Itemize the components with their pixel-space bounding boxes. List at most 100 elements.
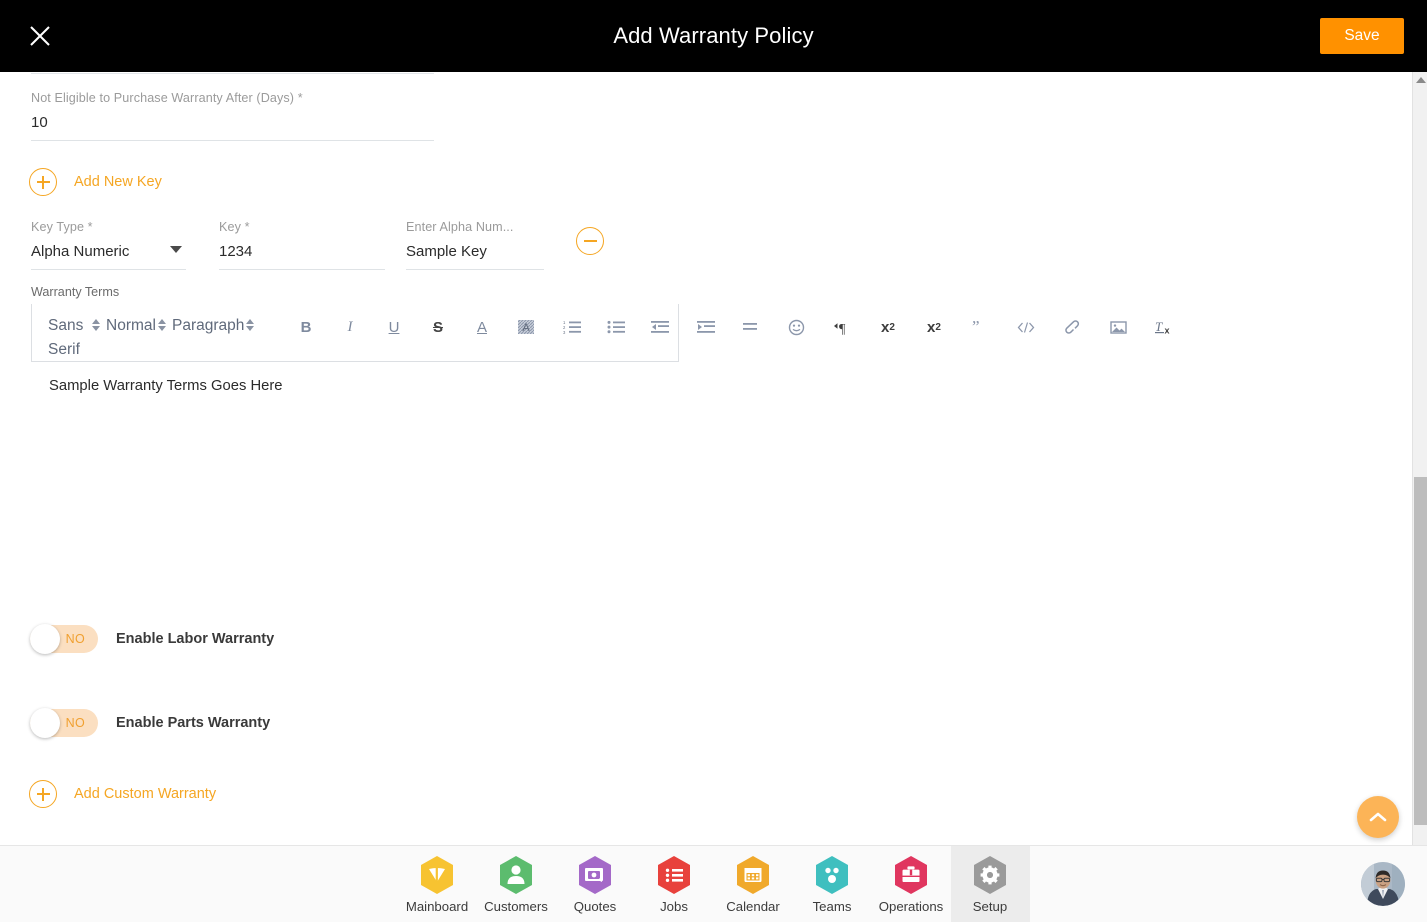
- enable-labor-warranty-toggle[interactable]: NO: [30, 624, 98, 654]
- enable-parts-warranty-toggle[interactable]: NO: [30, 708, 98, 738]
- field-underline: [219, 269, 385, 270]
- nav-label: Teams: [812, 899, 852, 914]
- enable-parts-warranty-row[interactable]: NO Enable Parts Warranty: [30, 708, 271, 738]
- toggle-knob: [30, 624, 60, 654]
- key-input[interactable]: Key * 1234: [219, 219, 385, 270]
- italic-icon[interactable]: I: [336, 314, 364, 340]
- outdent-icon[interactable]: [646, 314, 674, 340]
- bullet-list-icon[interactable]: [602, 314, 630, 340]
- block-format-picker[interactable]: Paragraph: [172, 314, 272, 338]
- bottom-navigation: Mainboard Customers Quotes Jobs Calendar…: [0, 845, 1427, 922]
- user-avatar[interactable]: [1361, 862, 1405, 906]
- nav-item-setup[interactable]: Setup: [950, 846, 1030, 922]
- nav-item-jobs[interactable]: Jobs: [635, 846, 714, 922]
- subscript-icon[interactable]: x2: [874, 314, 902, 340]
- setup-icon: [972, 855, 1008, 895]
- strikethrough-icon[interactable]: S: [424, 314, 452, 340]
- plus-circle-icon[interactable]: [29, 168, 57, 196]
- field-underline: [406, 269, 544, 270]
- editor-toolbar-container: Sans Serif Normal Paragraph B I U S A A …: [31, 304, 1170, 362]
- font-color-icon[interactable]: A: [468, 314, 496, 340]
- field-underline: [31, 269, 186, 270]
- alpha-numeric-value[interactable]: Sample Key: [406, 235, 544, 263]
- svg-text:x: x: [1165, 326, 1170, 336]
- nav-label: Calendar: [726, 899, 780, 914]
- svg-text:T: T: [1155, 319, 1163, 334]
- remove-key-row[interactable]: [576, 227, 604, 255]
- key-type-value[interactable]: Alpha Numeric: [31, 235, 186, 263]
- code-block-icon[interactable]: [1012, 314, 1040, 340]
- minus-circle-icon[interactable]: [576, 227, 604, 255]
- key-type-select[interactable]: Key Type * Alpha Numeric: [31, 219, 186, 270]
- warranty-terms-label: Warranty Terms: [31, 285, 120, 299]
- app-header: Add Warranty Policy Save: [0, 0, 1427, 72]
- add-new-key-row[interactable]: Add New Key: [29, 168, 162, 196]
- nav-item-operations[interactable]: Operations: [872, 846, 951, 922]
- nav-item-teams[interactable]: Teams: [793, 846, 872, 922]
- add-custom-warranty-label[interactable]: Add Custom Warranty: [74, 786, 216, 802]
- key-value[interactable]: 1234: [219, 235, 385, 263]
- caret-up-icon[interactable]: [1413, 72, 1427, 88]
- enable-labor-warranty-row[interactable]: NO Enable Labor Warranty: [30, 624, 274, 654]
- underline-icon[interactable]: U: [380, 314, 408, 340]
- nav-label: Customers: [484, 899, 548, 914]
- svg-text:”: ”: [972, 320, 980, 334]
- close-icon[interactable]: [24, 20, 56, 52]
- nav-label: Setup: [972, 899, 1008, 914]
- operations-icon: [893, 855, 929, 895]
- nav-label: Quotes: [573, 899, 617, 914]
- emoji-icon[interactable]: [782, 314, 810, 340]
- nav-item-calendar[interactable]: Calendar: [714, 846, 793, 922]
- spinner-icon: [157, 319, 166, 331]
- nav-label: Mainboard: [405, 899, 469, 914]
- quotes-icon: [577, 855, 613, 895]
- toggle-state-label: NO: [65, 716, 85, 730]
- teams-icon: [814, 855, 850, 895]
- calendar-icon: [735, 855, 771, 895]
- blockquote-icon[interactable]: ”: [966, 314, 994, 340]
- clear-format-icon[interactable]: T x: [1150, 314, 1178, 340]
- toggle-state-label: NO: [65, 632, 85, 646]
- font-family-picker[interactable]: Sans Serif: [48, 314, 100, 362]
- scroll-to-top-button[interactable]: [1357, 796, 1399, 838]
- svg-text:¶: ¶: [839, 322, 846, 335]
- form-scroll-area: Not Eligible to Purchase Warranty After …: [0, 72, 1412, 845]
- nav-item-customers[interactable]: Customers: [477, 846, 556, 922]
- add-custom-warranty-row[interactable]: Add Custom Warranty: [29, 780, 216, 808]
- alpha-numeric-input[interactable]: Enter Alpha Num... Sample Key: [406, 219, 544, 270]
- enable-parts-warranty-label: Enable Parts Warranty: [116, 715, 271, 731]
- vertical-scrollbar[interactable]: [1412, 72, 1427, 922]
- nav-item-quotes[interactable]: Quotes: [556, 846, 635, 922]
- key-type-label: Key Type *: [31, 220, 93, 234]
- plus-circle-icon[interactable]: [29, 780, 57, 808]
- save-button[interactable]: Save: [1320, 18, 1404, 54]
- field-underline: [31, 140, 434, 141]
- svg-text:A: A: [522, 322, 530, 334]
- chevron-down-icon[interactable]: [170, 246, 182, 253]
- indent-icon[interactable]: [692, 314, 720, 340]
- warranty-terms-editor: Warranty Terms Sans Serif Normal Paragra…: [31, 284, 1170, 394]
- align-icon[interactable]: [736, 314, 764, 340]
- superscript-icon[interactable]: x2: [920, 314, 948, 340]
- not-eligible-days-value[interactable]: 10: [31, 106, 434, 134]
- scrollbar-thumb[interactable]: [1414, 477, 1427, 825]
- jobs-icon: [656, 855, 692, 895]
- editor-toolbar: Sans Serif Normal Paragraph B I U S A A …: [32, 304, 1212, 358]
- chevron-up-icon: [1369, 812, 1387, 822]
- highlight-color-icon[interactable]: A: [512, 314, 540, 340]
- not-eligible-days-field[interactable]: Not Eligible to Purchase Warranty After …: [31, 90, 434, 141]
- nav-item-mainboard[interactable]: Mainboard: [398, 846, 477, 922]
- bold-icon[interactable]: B: [292, 314, 320, 340]
- nav-label: Jobs: [660, 899, 688, 914]
- ordered-list-icon[interactable]: 1 2 3: [558, 314, 586, 340]
- key-label: Key *: [219, 220, 250, 234]
- warranty-terms-body[interactable]: Sample Warranty Terms Goes Here: [49, 378, 283, 394]
- svg-text:3: 3: [563, 330, 566, 334]
- add-new-key-label[interactable]: Add New Key: [74, 174, 162, 190]
- spinner-icon: [246, 319, 255, 331]
- image-icon[interactable]: [1104, 314, 1132, 340]
- text-direction-icon[interactable]: ¶: [828, 314, 856, 340]
- font-size-picker[interactable]: Normal: [106, 314, 166, 338]
- link-icon[interactable]: [1058, 314, 1086, 340]
- nav-label: Operations: [878, 899, 944, 914]
